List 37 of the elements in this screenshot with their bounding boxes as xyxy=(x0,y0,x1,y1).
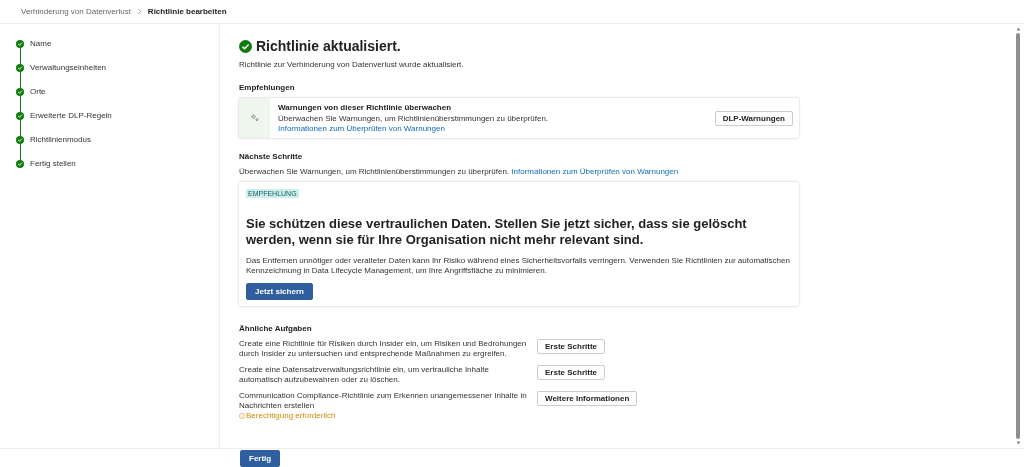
page-title: Richtlinie aktualisiert. xyxy=(256,38,401,54)
secure-now-button[interactable]: Jetzt sichern xyxy=(246,283,313,300)
task-description: Communication Compliance-Richtlinie zum Erkennen unangemessener Inhalte in Nachrichten erstellen xyxy=(239,391,528,411)
promo-description: Das Entfernen unnötiger oder veralteter Daten kann Ihr Risiko während eines Sicherheitsvorfalls verringern. Verwenden Sie Richtlinien zur automatischen Kennzeichnung in Data Lifecycle Management, um Ihre Angriffsfläche zu minimieren. xyxy=(246,256,791,276)
step-label[interactable]: Erweiterte DLP-Regeln xyxy=(30,112,112,120)
step-label[interactable]: Name xyxy=(30,40,52,48)
info-icon xyxy=(239,412,245,419)
dlp-alerts-button[interactable]: DLP-Warnungen xyxy=(714,110,793,126)
breadcrumb-link[interactable]: Verhinderung von Datenverlust xyxy=(21,7,131,16)
section-heading: Empfehlungen xyxy=(239,83,296,92)
done-button[interactable]: Fertig xyxy=(240,449,281,467)
task-button[interactable]: Erste Schritte xyxy=(537,365,606,380)
next-steps-text: Überwachen Sie Warnungen, um Richtlinienüberstimmungen zu überprüfen. Informationen zum Überprüfen von Warnungen xyxy=(239,167,680,176)
task-button[interactable]: Weitere Informationen xyxy=(537,391,638,406)
info-link[interactable]: Informationen zum Überprüfen von Warnungen xyxy=(511,167,679,176)
scroll-down-icon[interactable] xyxy=(1015,441,1021,445)
permission-warning: Berechtigung erforderlich xyxy=(246,411,336,420)
chevron-icon xyxy=(136,8,142,15)
step-label[interactable]: Verwaltungseinheiten xyxy=(30,64,107,72)
card-title: Warnungen von dieser Richtlinie überwachen xyxy=(278,102,453,112)
breadcrumb-current: Richtlinie bearbeiten xyxy=(147,7,227,16)
step-label[interactable]: Richtlinienmodus xyxy=(30,136,91,144)
section-heading: Nächste Schritte xyxy=(239,152,304,161)
card-description: Überwachen Sie Warnungen, um Richtlinienüberstimmungen zu überprüfen. Informationen zum Überprüfen von Warnungen xyxy=(278,113,550,134)
scroll-up-icon[interactable] xyxy=(1015,27,1021,31)
task-description: Create eine Richtlinie für Risiken durch Insider ein, um Risiken und Bedrohungen durch Insider zu untersuchen und entsprechende Maßnahmen zu ergreifen. xyxy=(239,339,528,359)
promo-headline: Sie schützen diese vertraulichen Daten. Stellen Sie jetzt sicher, dass sie gelöscht werden, wenn sie für Ihre Organisation nicht mehr relevant sind. xyxy=(246,216,748,248)
task-button[interactable]: Erste Schritte xyxy=(537,339,606,354)
step-label[interactable]: Orte xyxy=(30,88,46,96)
status-message: Richtlinie zur Verhinderung von Datenverlust wurde aktualisiert. xyxy=(239,60,465,69)
info-link[interactable]: Informationen zum Überprüfen von Warnungen xyxy=(278,123,445,133)
success-check-icon xyxy=(239,39,252,53)
task-description: Create eine Datensatzverwaltungsrichtlinie ein, um vertrauliche Inhalte automatisch aufzubewahren oder zu löschen. xyxy=(239,365,490,385)
section-heading: Ähnliche Aufgaben xyxy=(239,324,313,333)
scrollbar-thumb[interactable] xyxy=(1016,33,1020,439)
sparkle-icon xyxy=(250,114,259,122)
step-label[interactable]: Fertig stellen xyxy=(30,160,76,168)
